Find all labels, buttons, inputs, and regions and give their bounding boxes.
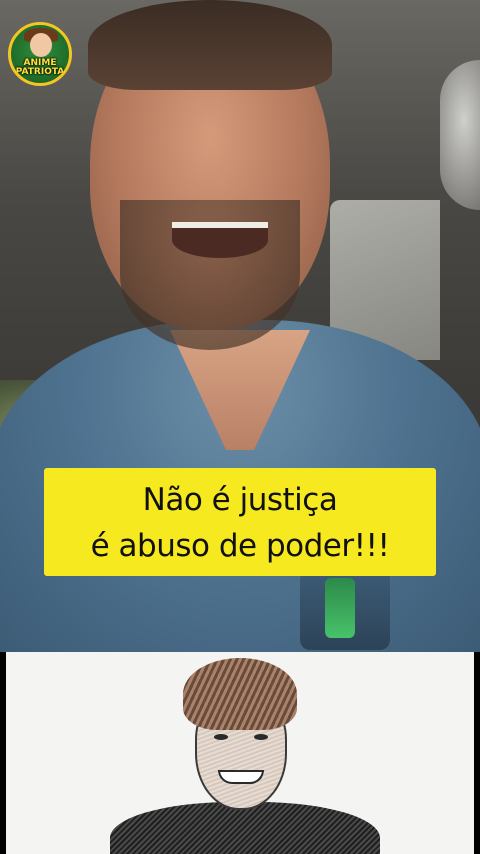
car-mirror: [440, 60, 480, 210]
sketch-border-left: [0, 652, 6, 854]
logo-label: ANIME PATRIOTA: [11, 59, 69, 77]
sketch-hair: [183, 658, 297, 730]
caption-line-1: Não é justiça: [142, 482, 338, 518]
logo-text-patriota: PATRIOTA: [15, 67, 65, 77]
speaker-hair: [88, 0, 332, 90]
sketch-eye-right: [254, 734, 268, 740]
sketch-eye-left: [214, 734, 228, 740]
caption-box: Não é justiça é abuso de poder!!!: [44, 468, 436, 576]
channel-logo[interactable]: ANIME PATRIOTA: [8, 22, 72, 86]
caption-line-2: é abuso de poder!!!: [90, 528, 390, 564]
sketch-portrait-panel: [0, 652, 480, 854]
video-frame: ANIME PATRIOTA Não é justiça é abuso de …: [0, 0, 480, 652]
sketch-border-right: [474, 652, 480, 854]
sketch-smile: [218, 770, 264, 784]
speaker-mouth: [172, 222, 268, 258]
logo-character-face: [30, 33, 52, 57]
pocket-pen: [325, 578, 355, 638]
